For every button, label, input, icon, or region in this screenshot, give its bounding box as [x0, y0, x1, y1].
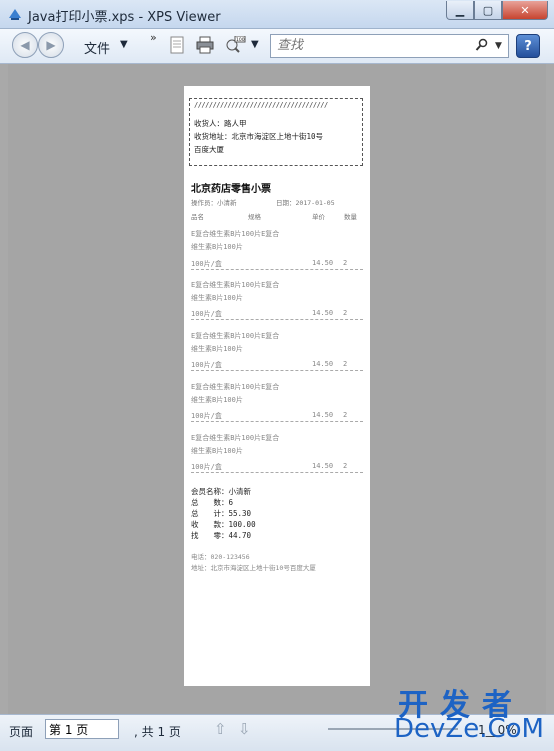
- header-name: 品名: [191, 213, 204, 221]
- count-label: 总 数：6: [191, 498, 234, 507]
- file-menu[interactable]: 文件: [84, 38, 110, 57]
- separator-slashes: ////////////////////////////////////: [194, 101, 328, 109]
- total-label: 总 计：55.30: [191, 509, 252, 518]
- page-total: , 共 1 页: [134, 725, 181, 739]
- watermark-bottom: DevZe.CoM: [394, 714, 544, 744]
- window-title: Java打印小票.xps - XPS Viewer: [28, 10, 221, 25]
- received-label: 收 款：100.00: [191, 520, 256, 529]
- item-row: 100片/盒 14.50 2: [191, 259, 363, 270]
- close-button[interactable]: ✕: [502, 1, 548, 20]
- devze-watermark-logo: 开发者 DevZe.CoM: [388, 680, 554, 750]
- date-label: 日期：2017-01-05: [276, 199, 335, 207]
- item-qty: 2: [343, 309, 348, 317]
- item-row: 100片/盒 14.50 2: [191, 462, 363, 473]
- page-number-input[interactable]: [45, 719, 119, 739]
- item-qty: 2: [343, 259, 348, 267]
- minimize-button[interactable]: ▁: [446, 1, 474, 20]
- page-label: 页面: [9, 725, 34, 739]
- help-button[interactable]: ?: [516, 34, 540, 58]
- arrow-down-icon[interactable]: ⇩: [238, 720, 251, 738]
- zoom-dropdown-icon[interactable]: ▼: [251, 39, 259, 50]
- item-spec: 100片/盒: [191, 463, 222, 471]
- search-input[interactable]: [275, 37, 469, 54]
- operator-label: 操作员：小清新: [191, 199, 237, 207]
- item-name-line1: E复合维生素B片100片E复合: [191, 332, 280, 340]
- item-price: 14.50: [312, 462, 334, 470]
- recipient-label: 收货人：路人甲: [194, 119, 247, 128]
- item-name-line2: 维生素B片100片: [191, 294, 243, 302]
- item-name-line1: E复合维生素B片100片E复合: [191, 383, 280, 391]
- item-name-line1: E复合维生素B片100片E复合: [191, 281, 280, 289]
- back-arrow-icon: ◀: [20, 38, 30, 52]
- forward-arrow-icon: ▶: [46, 38, 56, 52]
- header-qty: 数量: [344, 213, 357, 221]
- search-options-icon[interactable]: ▼: [495, 41, 502, 51]
- item-name-line2: 维生素B片100片: [191, 396, 243, 404]
- back-button[interactable]: ◀: [12, 32, 38, 58]
- item-spec: 100片/盒: [191, 361, 222, 369]
- svg-text:100: 100: [236, 37, 245, 43]
- item-name-line1: E复合维生素B片100片E复合: [191, 434, 280, 442]
- header-spec: 规格: [248, 213, 261, 221]
- item-spec: 100片/盒: [191, 260, 222, 268]
- address-line-1: 收货地址：北京市海淀区上地十街10号: [194, 132, 324, 141]
- phone-label: 电话：020-123456: [191, 553, 250, 561]
- maximize-button[interactable]: ▢: [474, 1, 502, 20]
- forward-button[interactable]: ▶: [38, 32, 64, 58]
- arrow-up-icon[interactable]: ⇧: [214, 720, 227, 738]
- item-row: 100片/盒 14.50 2: [191, 411, 363, 422]
- toolbar: ◀ ▶ 文件 ▼ » 100 ▼ ▼ ?: [0, 29, 554, 64]
- title-bar: Java打印小票.xps - XPS Viewer ▁ ▢ ✕: [0, 0, 554, 29]
- item-price: 14.50: [312, 360, 334, 368]
- more-chevron-icon[interactable]: »: [150, 31, 157, 44]
- item-name-line1: E复合维生素B片100片E复合: [191, 230, 280, 238]
- item-row: 100片/盒 14.50 2: [191, 360, 363, 371]
- item-qty: 2: [343, 360, 348, 368]
- zoom-icon[interactable]: 100: [224, 36, 246, 54]
- item-name-line2: 维生素B片100片: [191, 447, 243, 455]
- item-name-line2: 维生素B片100片: [191, 345, 243, 353]
- window-controls: ▁ ▢ ✕: [446, 1, 548, 21]
- xps-app-icon: [9, 9, 21, 20]
- item-qty: 2: [343, 462, 348, 470]
- item-price: 14.50: [312, 309, 334, 317]
- change-label: 找 零：44.70: [191, 531, 252, 540]
- shop-title: 北京药店零售小票: [191, 184, 271, 195]
- item-spec: 100片/盒: [191, 310, 222, 318]
- footer-address: 地址：北京市海淀区上地十街10号百度大厦: [191, 564, 316, 572]
- header-price: 单价: [312, 213, 325, 221]
- item-price: 14.50: [312, 259, 334, 267]
- item-row: 100片/盒 14.50 2: [191, 309, 363, 320]
- item-spec: 100片/盒: [191, 412, 222, 420]
- search-box[interactable]: ▼: [270, 34, 509, 58]
- chevron-down-icon[interactable]: ▼: [120, 39, 128, 50]
- print-icon[interactable]: [196, 36, 214, 54]
- member-label: 会员名称：小清新: [191, 487, 251, 496]
- item-price: 14.50: [312, 411, 334, 419]
- receipt-page: //////////////////////////////////// 收货人…: [184, 86, 370, 686]
- document-icon[interactable]: [168, 36, 186, 54]
- item-name-line2: 维生素B片100片: [191, 243, 243, 251]
- item-qty: 2: [343, 411, 348, 419]
- search-icon[interactable]: [475, 38, 489, 52]
- address-line-2: 百度大厦: [194, 145, 224, 154]
